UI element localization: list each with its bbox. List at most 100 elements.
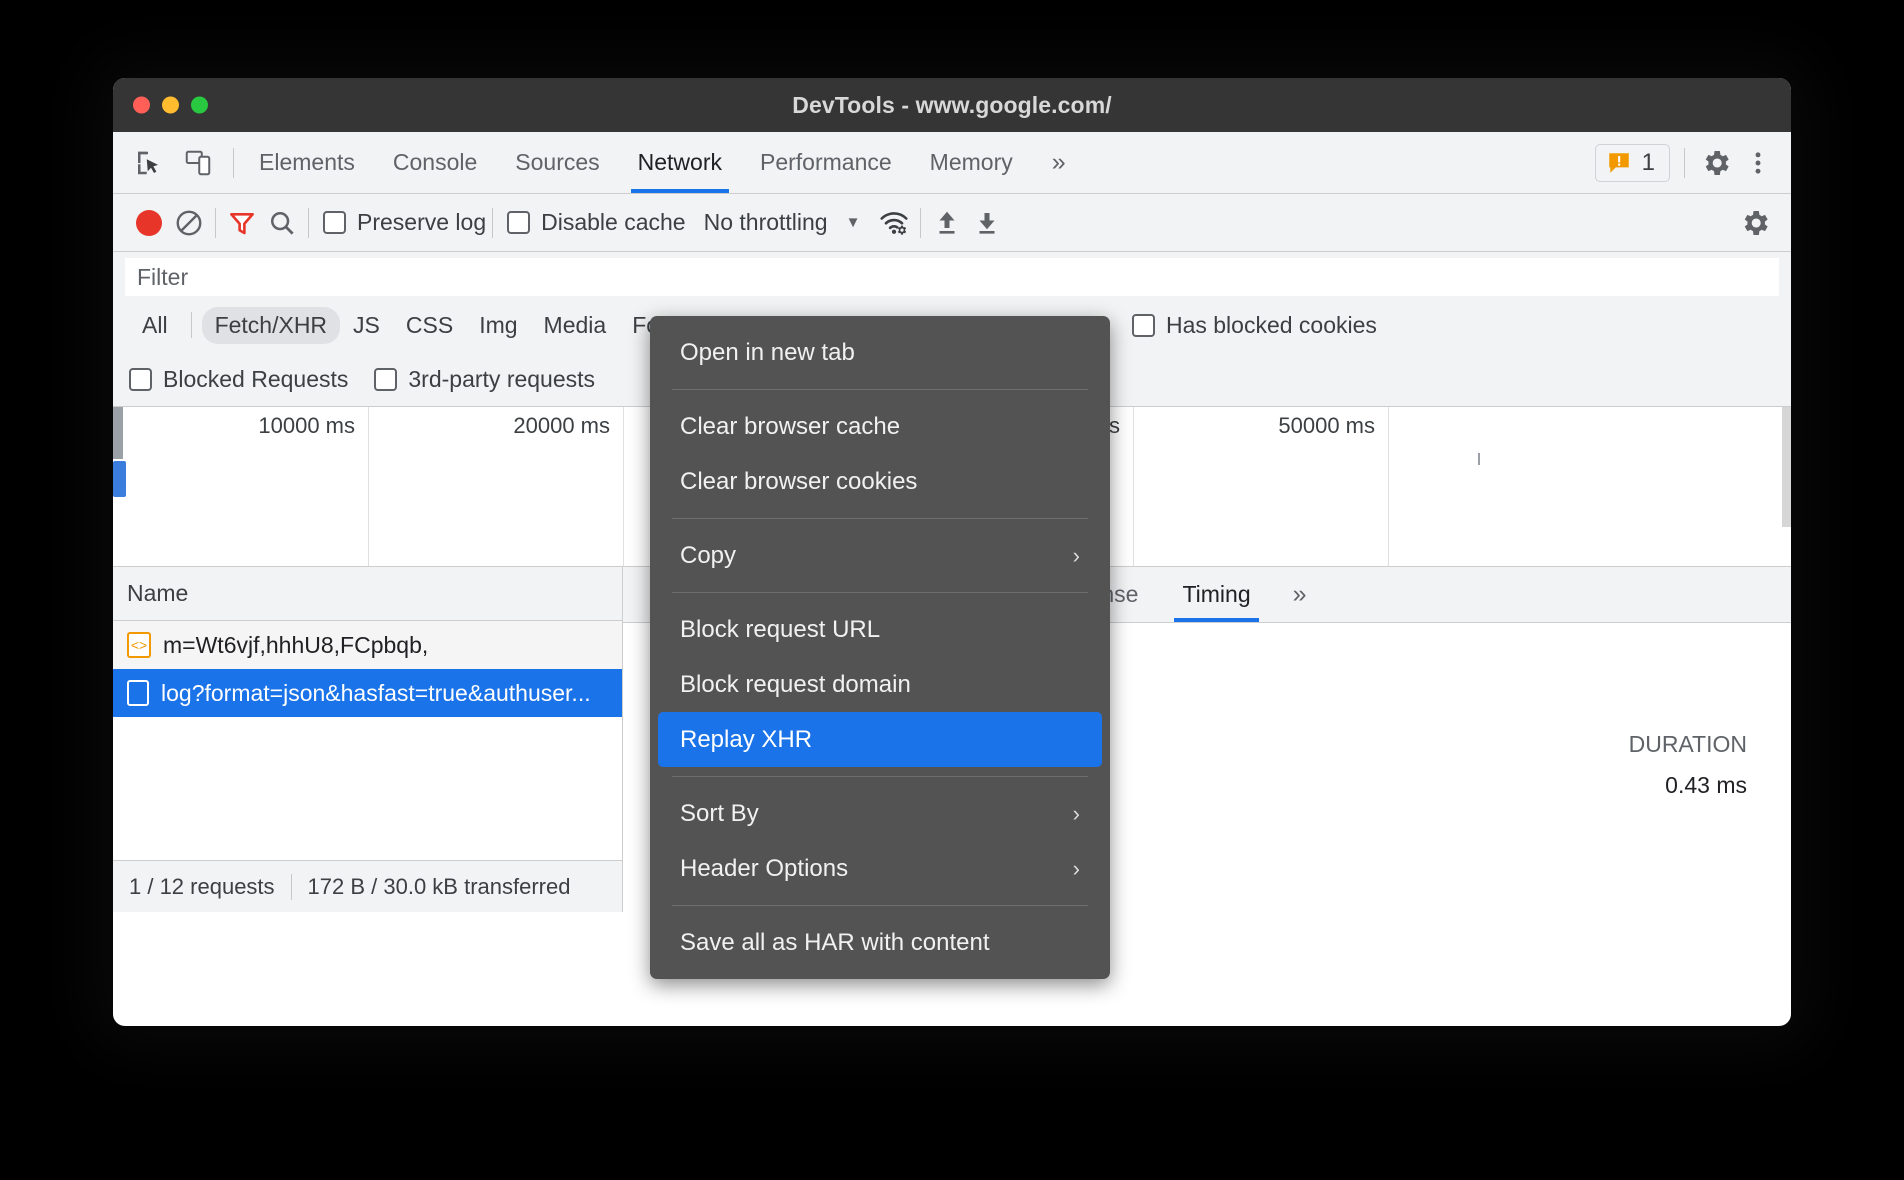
overview-left-handle[interactable]: [113, 407, 123, 459]
menu-item-clear-browser-cookies[interactable]: Clear browser cookies: [658, 454, 1102, 509]
import-har-icon[interactable]: [927, 203, 967, 243]
request-name: log?format=json&hasfast=true&authuser...: [161, 680, 591, 707]
overview-tick-label: 50000 ms: [1278, 413, 1385, 439]
menu-item-label: Block request URL: [680, 616, 880, 644]
request-count: 1 / 12 requests: [129, 874, 275, 900]
menu-item-copy[interactable]: Copy ›: [658, 528, 1102, 583]
tab-performance[interactable]: Performance: [741, 132, 911, 193]
close-window-button[interactable]: [133, 97, 150, 114]
window-titlebar: DevTools - www.google.com/: [113, 78, 1791, 132]
request-list-header[interactable]: Name: [113, 567, 622, 621]
device-toolbar-icon[interactable]: [181, 146, 215, 180]
more-details-tabs-icon[interactable]: »: [1273, 567, 1327, 622]
devtools-window: DevTools - www.google.com/: [113, 78, 1791, 1026]
window-title: DevTools - www.google.com/: [792, 92, 1112, 119]
has-blocked-cookies-checkbox[interactable]: Has blocked cookies: [1132, 312, 1377, 339]
tab-label: Console: [393, 149, 477, 176]
minimize-window-button[interactable]: [162, 97, 179, 114]
chevron-right-icon: ›: [1073, 801, 1080, 827]
toolbar-divider-2: [308, 208, 309, 238]
gear-icon[interactable]: [1699, 146, 1733, 180]
blocked-requests-label: Blocked Requests: [163, 366, 348, 393]
overview-request-marker: [113, 461, 126, 497]
overview-gridline: [1133, 407, 1134, 566]
menu-separator: [672, 592, 1088, 593]
menu-item-save-all-as-har[interactable]: Save all as HAR with content: [658, 915, 1102, 970]
tab-sources[interactable]: Sources: [496, 132, 618, 193]
checkbox-box: [507, 211, 530, 234]
tab-timing[interactable]: Timing: [1160, 567, 1272, 622]
warning-badge[interactable]: 1: [1595, 144, 1670, 182]
record-button[interactable]: [129, 203, 169, 243]
type-filter-img[interactable]: Img: [466, 307, 530, 344]
menu-item-block-request-url[interactable]: Block request URL: [658, 602, 1102, 657]
timing-row-duration: 0.43 ms: [1665, 772, 1747, 799]
chevron-right-icon: ›: [1073, 856, 1080, 882]
menu-item-header-options[interactable]: Header Options ›: [658, 841, 1102, 896]
network-toolbar-right: [1735, 203, 1775, 243]
preserve-log-checkbox[interactable]: Preserve log: [323, 209, 486, 236]
more-tabs-icon[interactable]: »: [1032, 132, 1086, 193]
duration-column-header: DURATION: [1629, 731, 1747, 758]
menu-item-open-in-new-tab[interactable]: Open in new tab: [658, 325, 1102, 380]
overview-gridline: [368, 407, 369, 566]
tab-label: Memory: [930, 149, 1013, 176]
menu-item-label: Header Options: [680, 855, 848, 883]
menu-item-sort-by[interactable]: Sort By ›: [658, 786, 1102, 841]
throttling-select[interactable]: No throttling ▼: [704, 209, 861, 236]
type-filter-css[interactable]: CSS: [393, 307, 466, 344]
filter-icon[interactable]: [222, 203, 262, 243]
search-icon[interactable]: [262, 203, 302, 243]
tabstrip-right-actions: 1: [1595, 144, 1791, 182]
checkbox-box: [323, 211, 346, 234]
tab-elements[interactable]: Elements: [240, 132, 374, 193]
tab-console[interactable]: Console: [374, 132, 496, 193]
menu-item-label: Block request domain: [680, 671, 911, 699]
menu-item-block-request-domain[interactable]: Block request domain: [658, 657, 1102, 712]
menu-item-clear-browser-cache[interactable]: Clear browser cache: [658, 399, 1102, 454]
warning-icon: [1606, 150, 1632, 176]
chevron-down-icon: ▼: [846, 214, 861, 231]
transferred-size: 172 B / 30.0 kB transferred: [308, 874, 571, 900]
menu-item-replay-xhr[interactable]: Replay XHR: [658, 712, 1102, 767]
type-filter-fetch-xhr[interactable]: Fetch/XHR: [202, 307, 340, 344]
inspect-element-icon[interactable]: [131, 146, 165, 180]
kebab-menu-icon[interactable]: [1741, 146, 1775, 180]
request-name: m=Wt6vjf,hhhU8,FCpbqb,: [163, 632, 428, 659]
export-har-icon[interactable]: [967, 203, 1007, 243]
tabstrip-divider: [233, 148, 234, 178]
tab-memory[interactable]: Memory: [911, 132, 1032, 193]
tab-network[interactable]: Network: [619, 132, 741, 193]
maximize-window-button[interactable]: [191, 97, 208, 114]
checkbox-box: [1132, 314, 1155, 337]
warning-count: 1: [1642, 149, 1655, 177]
network-settings-gear-icon[interactable]: [1735, 203, 1775, 243]
disable-cache-label: Disable cache: [541, 209, 685, 236]
type-filter-divider: [191, 312, 192, 338]
menu-separator: [672, 905, 1088, 906]
filter-input[interactable]: [125, 258, 1779, 296]
clear-button[interactable]: [169, 203, 209, 243]
table-row[interactable]: <> m=Wt6vjf,hhhU8,FCpbqb,: [113, 621, 622, 669]
disable-cache-checkbox[interactable]: Disable cache: [507, 209, 685, 236]
tab-label: Performance: [760, 149, 892, 176]
table-row[interactable]: log?format=json&hasfast=true&authuser...: [113, 669, 622, 717]
devtools-tabstrip: Elements Console Sources Network Perform…: [113, 132, 1791, 194]
type-filter-js[interactable]: JS: [340, 307, 393, 344]
has-blocked-cookies-label: Has blocked cookies: [1166, 312, 1377, 339]
network-conditions-icon[interactable]: [874, 203, 914, 243]
traffic-lights: [133, 97, 208, 114]
type-filter-media[interactable]: Media: [531, 307, 620, 344]
checkbox-box: [374, 368, 397, 391]
column-header-name: Name: [127, 580, 188, 607]
tab-label: Network: [638, 149, 722, 176]
xhr-icon: <>: [127, 632, 151, 658]
third-party-requests-checkbox[interactable]: 3rd-party requests: [374, 366, 595, 393]
tab-label: Elements: [259, 149, 355, 176]
blocked-requests-checkbox[interactable]: Blocked Requests: [129, 366, 348, 393]
toolbar-divider-3: [492, 208, 493, 238]
overview-right-scroll[interactable]: [1782, 407, 1791, 527]
type-filter-all[interactable]: All: [129, 307, 181, 344]
record-dot-icon: [136, 210, 162, 236]
status-divider: [291, 874, 292, 900]
